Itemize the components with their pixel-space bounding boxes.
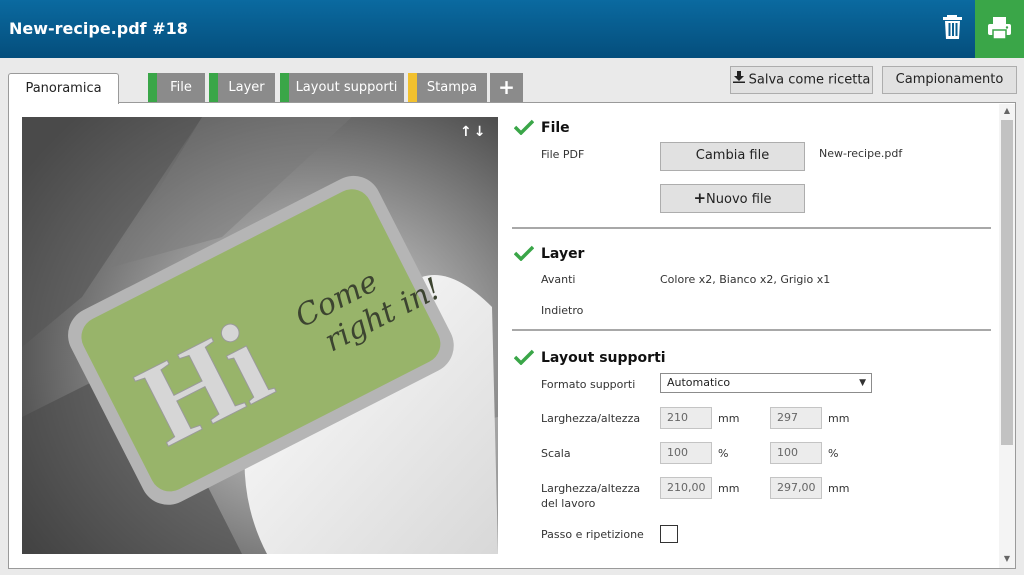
job-size-label-line1: Larghezza/altezza bbox=[541, 482, 641, 495]
new-file-button[interactable]: +Nuovo file bbox=[660, 184, 805, 213]
section-title-file: File bbox=[541, 120, 570, 136]
tab-overview[interactable]: Panoramica bbox=[8, 73, 119, 104]
document-title: New-recipe.pdf #18 bbox=[9, 19, 188, 38]
height-input[interactable]: 297 bbox=[770, 407, 822, 429]
change-file-button[interactable]: Cambia file bbox=[660, 142, 805, 171]
media-format-label: Formato supporti bbox=[541, 378, 636, 391]
status-marker bbox=[280, 73, 289, 102]
unit-label: % bbox=[718, 447, 729, 460]
step-repeat-checkbox[interactable] bbox=[660, 525, 678, 543]
save-as-recipe-button[interactable]: Salva come ricetta bbox=[730, 66, 873, 94]
section-title-media-layout: Layout supporti bbox=[541, 350, 666, 366]
scale-width-input[interactable]: 100 bbox=[660, 442, 712, 464]
step-repeat-label: Passo e ripetizione bbox=[541, 528, 644, 541]
tab-file[interactable]: File bbox=[148, 73, 205, 102]
printer-icon bbox=[988, 17, 1011, 40]
unit-label: mm bbox=[718, 412, 740, 425]
checkmark-icon bbox=[514, 119, 534, 135]
new-file-label: Nuovo file bbox=[706, 192, 772, 207]
tab-layer[interactable]: Layer bbox=[209, 73, 275, 102]
chevron-down-icon: ▼ bbox=[859, 378, 866, 388]
tab-print[interactable]: Stampa bbox=[408, 73, 487, 102]
scroll-down-icon[interactable]: ▼ bbox=[1001, 554, 1013, 566]
unit-label: % bbox=[828, 447, 839, 460]
plus-icon: + bbox=[693, 189, 707, 207]
unit-label: mm bbox=[718, 482, 740, 495]
front-label: Avanti bbox=[541, 273, 576, 286]
scale-label: Scala bbox=[541, 447, 571, 460]
job-width-input[interactable]: 210,00 bbox=[660, 477, 712, 499]
scroll-up-icon[interactable]: ▲ bbox=[1001, 106, 1013, 118]
status-marker bbox=[209, 73, 218, 102]
download-icon bbox=[732, 67, 745, 93]
back-label: Indietro bbox=[541, 304, 584, 317]
pdf-filename: New-recipe.pdf bbox=[819, 147, 903, 160]
status-marker bbox=[408, 73, 417, 102]
swap-side-arrows-icon[interactable]: ↑↓ bbox=[460, 124, 487, 140]
unit-label: mm bbox=[828, 412, 850, 425]
tab-label: Layer bbox=[228, 80, 265, 95]
print-button[interactable] bbox=[975, 0, 1024, 58]
tab-media-layout[interactable]: Layout supporti bbox=[280, 73, 404, 102]
sampling-button[interactable]: Campionamento bbox=[882, 66, 1017, 94]
job-size-label-line2: del lavoro bbox=[541, 497, 596, 510]
checkmark-icon bbox=[514, 245, 534, 261]
scrollbar-thumb[interactable] bbox=[1001, 120, 1013, 445]
front-layers-value: Colore x2, Bianco x2, Grigio x1 bbox=[660, 273, 831, 286]
section-divider bbox=[512, 227, 991, 229]
job-height-input[interactable]: 297,00 bbox=[770, 477, 822, 499]
section-divider bbox=[512, 329, 991, 331]
job-preview-image: Hi Come right in! bbox=[22, 117, 498, 554]
tab-label: Stampa bbox=[426, 80, 478, 95]
width-input[interactable]: 210 bbox=[660, 407, 712, 429]
media-format-value: Automatico bbox=[667, 376, 731, 389]
size-label: Larghezza/altezza bbox=[541, 412, 641, 425]
trash-icon[interactable] bbox=[938, 12, 968, 42]
section-title-layer: Layer bbox=[541, 246, 585, 262]
pdf-file-label: File PDF bbox=[541, 148, 585, 161]
scale-height-input[interactable]: 100 bbox=[770, 442, 822, 464]
save-as-recipe-label: Salva come ricetta bbox=[748, 72, 871, 88]
status-marker bbox=[148, 73, 157, 102]
tab-label: Layout supporti bbox=[295, 80, 398, 95]
app-header: New-recipe.pdf #18 bbox=[0, 0, 1024, 58]
unit-label: mm bbox=[828, 482, 850, 495]
media-format-select[interactable]: Automatico ▼ bbox=[660, 373, 872, 393]
checkmark-icon bbox=[514, 349, 534, 365]
add-tab-button[interactable]: + bbox=[490, 73, 523, 102]
